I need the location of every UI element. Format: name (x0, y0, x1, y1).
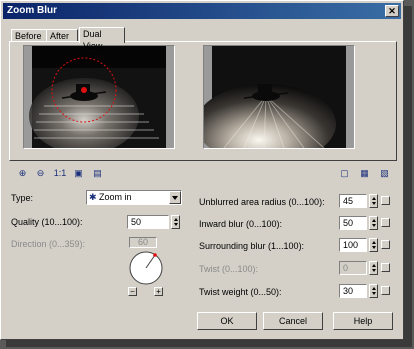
inward-blur-spinner[interactable] (369, 216, 378, 230)
unblurred-radius-label: Unblurred area radius (0...100): (199, 197, 325, 207)
zoom-type-icon: ✱ (89, 192, 97, 202)
quality-spinner[interactable] (171, 215, 180, 229)
actual-size-icon[interactable]: 1:1 (53, 168, 67, 179)
close-button[interactable]: ✕ (385, 5, 399, 17)
surrounding-blur-input[interactable]: 100 (339, 238, 367, 252)
twist-weight-input[interactable]: 30 (339, 284, 367, 298)
quality-input[interactable]: 50 (127, 215, 169, 229)
direction-label: Direction (0...359): (11, 239, 86, 249)
type-select[interactable]: ✱ Zoom in (86, 190, 182, 205)
type-value: Zoom in (99, 192, 132, 202)
twist-weight-spinner[interactable] (369, 284, 378, 298)
unblurred-radius-input[interactable]: 45 (339, 194, 367, 208)
surrounding-blur-label: Surrounding blur (1...100): (199, 241, 305, 251)
tab-dual-view[interactable]: Dual View (79, 27, 125, 51)
inward-blur-label: Inward blur (0...100): (199, 219, 283, 229)
inward-blur-step[interactable] (381, 218, 390, 227)
inward-blur-input[interactable]: 50 (339, 216, 367, 230)
twist-weight-step[interactable] (381, 286, 390, 295)
unblurred-radius-step[interactable] (381, 196, 390, 205)
before-image (24, 46, 174, 148)
window-title: Zoom Blur (7, 5, 57, 16)
twist-step[interactable] (381, 263, 390, 272)
direction-input[interactable]: 60 (129, 237, 157, 248)
preview-options-icon[interactable]: ▤ (92, 168, 103, 179)
camera-icon[interactable]: ▦ (359, 168, 370, 179)
help-button[interactable]: Help (333, 312, 393, 330)
zoom-in-icon[interactable]: ⊕ (17, 168, 28, 179)
quality-label: Quality (10...100): (11, 217, 83, 227)
dial-minus-button[interactable]: − (128, 287, 137, 296)
title-bar[interactable]: Zoom Blur ✕ (3, 3, 401, 19)
chevron-down-icon[interactable] (169, 191, 181, 204)
after-preview[interactable] (203, 45, 355, 149)
surrounding-blur-spinner[interactable] (369, 238, 378, 252)
direction-dial[interactable] (125, 251, 167, 285)
dial-plus-button[interactable]: + (154, 287, 163, 296)
after-image (204, 46, 354, 148)
zoom-blur-dialog: Zoom Blur ✕ Before After Dual View ⊕ ⊖ 1… (0, 0, 404, 340)
twist-weight-label: Twist weight (0...50): (199, 287, 282, 297)
twist-input[interactable]: 0 (339, 261, 367, 275)
zoom-out-icon[interactable]: ⊖ (35, 168, 46, 179)
type-label: Type: (11, 193, 34, 203)
ok-button[interactable]: OK (197, 312, 257, 330)
zoom-preview-icon[interactable]: ▧ (379, 168, 390, 179)
unblurred-radius-spinner[interactable] (369, 194, 378, 208)
before-preview[interactable] (23, 45, 175, 149)
twist-spinner[interactable] (369, 261, 378, 275)
cancel-button[interactable]: Cancel (263, 312, 323, 330)
surrounding-blur-step[interactable] (381, 240, 390, 249)
fit-window-icon[interactable]: ▣ (73, 168, 84, 179)
layout-icon[interactable]: ▢ (339, 168, 350, 179)
zoom-center-marker (81, 87, 87, 93)
twist-label: Twist (0...100): (199, 264, 259, 274)
